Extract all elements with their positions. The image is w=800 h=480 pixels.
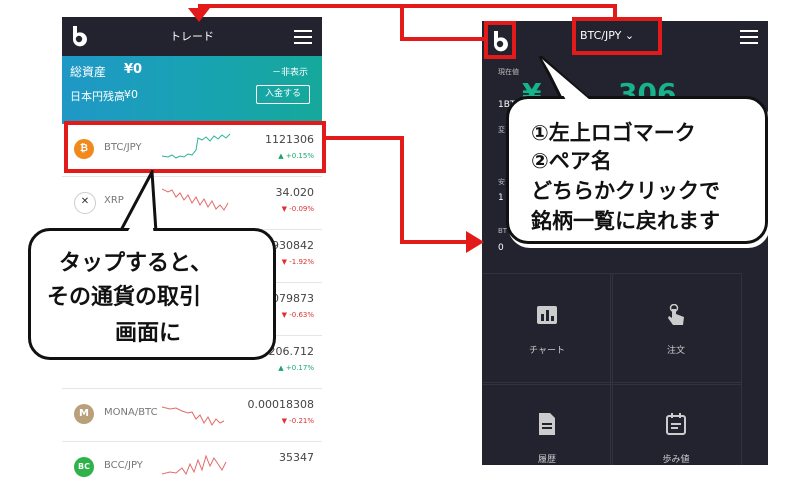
left-top-bar: トレード bbox=[62, 17, 322, 56]
side-label: 安 bbox=[498, 178, 505, 186]
price: 079873 bbox=[272, 292, 314, 305]
price: 35347 bbox=[279, 451, 314, 464]
jpy-balance-label: 日本円残高 bbox=[70, 90, 125, 103]
bar-chart-icon bbox=[537, 306, 557, 324]
menu-icon[interactable] bbox=[294, 30, 312, 44]
btc-row-highlight bbox=[64, 121, 326, 173]
connector-line bbox=[400, 4, 404, 41]
trades-button[interactable]: 歩み値 bbox=[610, 382, 742, 465]
left-page-title: トレード bbox=[170, 30, 214, 43]
price: 206.712 bbox=[268, 345, 315, 358]
connector-line bbox=[326, 136, 402, 140]
change-percent: ▼ -0.63% bbox=[281, 311, 314, 319]
connector-line bbox=[400, 136, 404, 244]
trades-label: 歩み値 bbox=[662, 455, 690, 465]
right-callout: ①左上ロゴマーク ②ペア名 どちらかクリックで 銘柄一覧に戻れます bbox=[506, 96, 768, 244]
left-callout: タップすると、 その通貨の取引 画面に bbox=[28, 228, 276, 360]
total-assets-label: 総資産 bbox=[70, 65, 107, 79]
callout-line: その通貨の取引 bbox=[47, 285, 202, 310]
sparkline bbox=[162, 454, 227, 476]
price: 34.020 bbox=[275, 186, 315, 199]
menu-icon[interactable] bbox=[740, 30, 758, 44]
connector-line bbox=[198, 4, 617, 8]
history-button[interactable]: 履歴 bbox=[482, 382, 613, 465]
total-assets-value: ¥0 bbox=[124, 62, 143, 77]
list-item[interactable]: M MONA/BTC 0.00018308 ▼ -0.21% bbox=[62, 389, 322, 442]
deposit-button[interactable]: 入金する bbox=[256, 85, 310, 104]
callout-line: 銘柄一覧に戻れます bbox=[531, 209, 720, 233]
monacoin-icon: M bbox=[74, 404, 94, 424]
callout-line: ②ペア名 bbox=[531, 149, 612, 173]
connector-line bbox=[613, 4, 617, 19]
connector-line bbox=[400, 240, 470, 244]
chart-label: チャート bbox=[529, 346, 565, 356]
price: 0.00018308 bbox=[247, 398, 314, 411]
callout-line: 画面に bbox=[115, 321, 182, 346]
jpy-balance-value: ¥0 bbox=[124, 88, 138, 101]
current-price-label: 現在値 bbox=[498, 68, 519, 76]
calendar-icon bbox=[666, 413, 686, 435]
change-percent: ▼ -0.21% bbox=[281, 417, 314, 425]
change-percent: ▼ -1.92% bbox=[281, 258, 314, 266]
logo-highlight bbox=[484, 21, 516, 59]
side-label: 0 bbox=[498, 243, 504, 253]
list-item[interactable]: ✕ XRP 34.020 ▼ -0.09% bbox=[62, 177, 322, 230]
connector-line bbox=[400, 37, 486, 41]
pair-name: BCC/JPY bbox=[104, 460, 143, 471]
sparkline bbox=[162, 406, 225, 426]
pair-name: MONA/BTC bbox=[104, 407, 158, 418]
sparkline bbox=[162, 188, 229, 211]
callout-line: タップすると、 bbox=[59, 251, 213, 276]
ripple-icon: ✕ bbox=[74, 192, 96, 214]
arrow-down-icon bbox=[188, 8, 210, 22]
history-label: 履歴 bbox=[537, 455, 556, 465]
list-item[interactable]: BC BCC/JPY 35347 bbox=[62, 442, 322, 480]
order-button[interactable]: 注文 bbox=[610, 273, 742, 385]
hide-toggle[interactable]: －非表示 bbox=[272, 65, 308, 78]
side-label: 変 bbox=[498, 126, 505, 134]
callout-line: どちらかクリックで bbox=[531, 179, 720, 203]
tap-hand-icon bbox=[668, 304, 684, 325]
asset-summary: 総資産 ¥0 －非表示 日本円残高 ¥0 入金する bbox=[62, 56, 322, 124]
callout-tail-fill bbox=[126, 200, 154, 234]
arrow-right-icon bbox=[466, 231, 484, 253]
side-label: BT bbox=[498, 227, 508, 235]
bitcoin-cash-icon: BC bbox=[74, 457, 94, 477]
order-label: 注文 bbox=[666, 346, 685, 356]
side-label: 1 bbox=[498, 193, 504, 203]
callout-tail-fill bbox=[542, 59, 590, 100]
change-percent: ▼ -0.09% bbox=[281, 205, 314, 213]
document-icon bbox=[539, 413, 555, 435]
chart-button[interactable]: チャート bbox=[482, 273, 613, 385]
change-percent: ▲ +0.17% bbox=[278, 364, 314, 372]
callout-line: ①左上ロゴマーク bbox=[531, 121, 696, 145]
pair-highlight bbox=[572, 17, 662, 55]
